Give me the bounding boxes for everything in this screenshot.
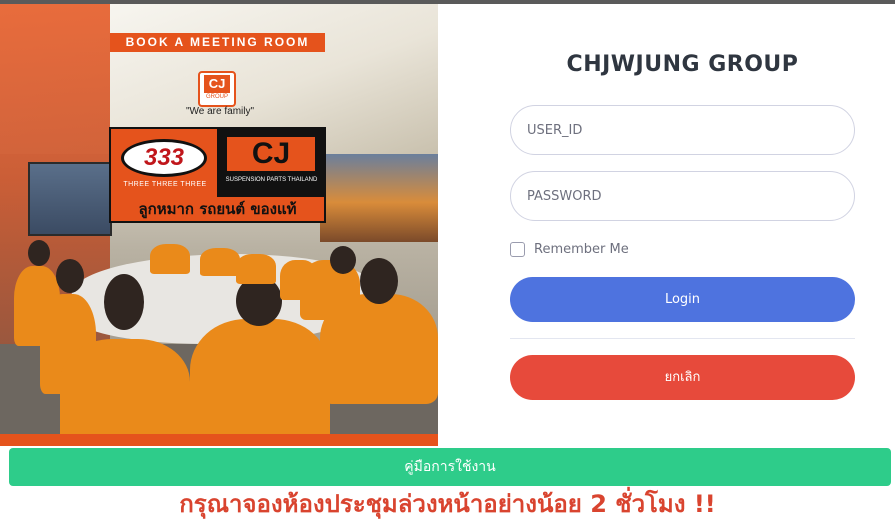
person-head — [104, 274, 144, 330]
person-head — [28, 240, 50, 266]
person-figure — [60, 339, 190, 446]
login-title: CHJWJUNG GROUP — [566, 52, 799, 77]
user-manual-button[interactable]: คู่มือการใช้งาน — [9, 448, 891, 486]
remember-me-label: Remember Me — [534, 241, 629, 257]
cj-logo-mark: CJ — [204, 75, 230, 93]
person-head — [360, 258, 398, 304]
person-figure — [280, 260, 318, 300]
password-input[interactable] — [510, 171, 855, 221]
room-wall-screen — [320, 154, 438, 242]
room-monitor — [28, 162, 112, 236]
cj-logo-sub: GROUP — [205, 94, 228, 100]
user-id-input[interactable] — [510, 105, 855, 155]
brand-cj-logo: CJ — [227, 137, 315, 171]
brand-box: 333 THREE THREE THREE CJ SUSPENSION PART… — [109, 127, 326, 223]
brand-333-logo: 333 — [121, 139, 207, 177]
person-figure — [190, 319, 330, 446]
promo-image: BOOK A MEETING ROOM CJ GROUP "We are fam… — [0, 4, 438, 446]
promo-bottom-strip — [0, 434, 438, 446]
brand-cj-sub: SUSPENSION PARTS THAILAND — [225, 177, 318, 183]
remember-me-checkbox[interactable] — [510, 241, 525, 257]
tagline: "We are family" — [185, 106, 255, 117]
cj-group-logo: CJ GROUP — [198, 71, 236, 107]
person-head — [56, 259, 84, 293]
person-figure — [150, 244, 190, 274]
brand-slogan: ลูกหมาก รถยนต์ ของแท้ — [111, 197, 324, 221]
remember-me-row[interactable]: Remember Me — [510, 240, 629, 258]
booking-notice: กรุณาจองห้องประชุมล่วงหน้าอย่างน้อย 2 ชั… — [179, 490, 716, 518]
person-head — [330, 246, 356, 274]
form-divider — [510, 338, 855, 339]
person-figure — [200, 248, 240, 276]
login-button[interactable]: Login — [510, 277, 855, 322]
brand-333-sub: THREE THREE THREE — [123, 181, 207, 188]
brand-cj-panel: CJ SUSPENSION PARTS THAILAND — [219, 129, 324, 197]
cancel-button[interactable]: ยกเลิก — [510, 355, 855, 400]
person-figure — [236, 254, 276, 284]
brand-333-panel: 333 THREE THREE THREE — [111, 129, 217, 197]
book-meeting-banner: BOOK A MEETING ROOM — [110, 33, 325, 52]
